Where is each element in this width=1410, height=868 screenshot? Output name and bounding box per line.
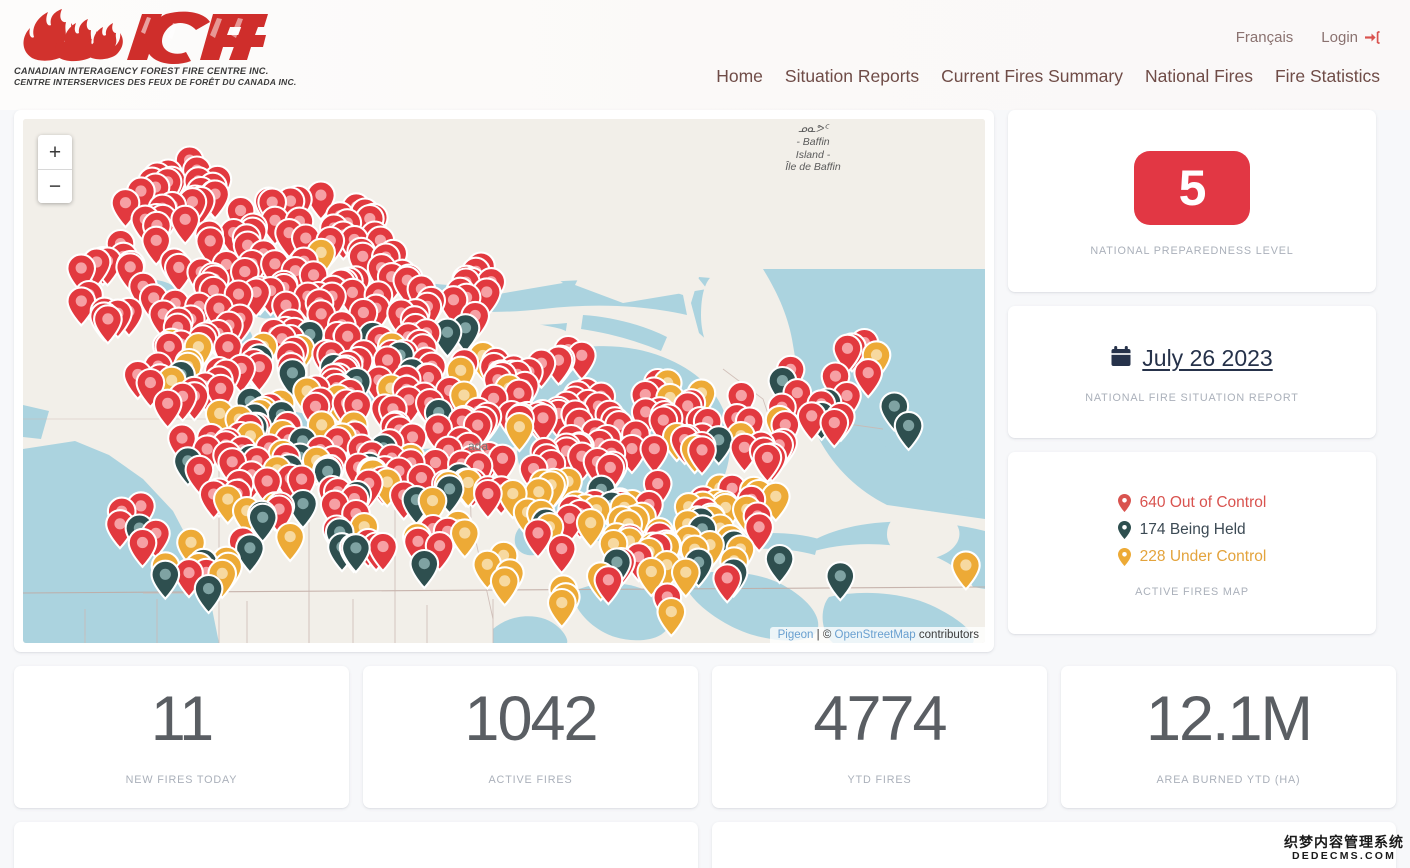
map-pin-icon-out-of-control — [1117, 493, 1131, 512]
language-toggle-francais[interactable]: Français — [1236, 29, 1294, 46]
logo-tagline-en: CANADIAN INTERAGENCY FOREST FIRE CENTRE … — [14, 66, 269, 76]
site-header: CANADIAN INTERAGENCY FOREST FIRE CENTRE … — [0, 0, 1410, 110]
summary-stats-row: 11 NEW FIRES TODAY 1042 ACTIVE FIRES 477… — [14, 666, 1396, 808]
stat-label-ytd-fires: YTD FIRES — [847, 774, 912, 786]
map-attribution: Pigeon | © OpenStreetMap contributors — [769, 627, 985, 643]
stat-being-held[interactable]: 174 Being Held — [1117, 520, 1267, 539]
active-fires-map-panel: + − ᓄᓇᕗᑦ - Baffin Island - Île de Baffin… — [14, 110, 994, 652]
secondary-card-right[interactable] — [712, 822, 1396, 868]
situation-report-date-link[interactable]: July 26 2023 — [1111, 345, 1273, 372]
nav-item-current-fires-summary[interactable]: Current Fires Summary — [941, 66, 1123, 87]
nav-item-national-fires[interactable]: National Fires — [1145, 66, 1253, 87]
active-fires-map-caption: ACTIVE FIRES MAP — [1135, 585, 1249, 598]
map-zoom-controls: + − — [38, 135, 72, 203]
stat-card-new-fires-today[interactable]: 11 NEW FIRES TODAY — [14, 666, 349, 808]
stat-value-area-burned-ytd: 12.1M — [1145, 684, 1313, 754]
stat-label-area-burned-ytd: AREA BURNED YTD (HA) — [1156, 774, 1301, 786]
utility-nav: Français Login — [1236, 29, 1380, 46]
ciffc-logo-icon — [23, 9, 268, 64]
nav-item-fire-statistics[interactable]: Fire Statistics — [1275, 66, 1380, 87]
attribution-copyright: © — [822, 629, 832, 641]
login-label: Login — [1321, 29, 1358, 46]
top-row: + − ᓄᓇᕗᑦ - Baffin Island - Île de Baffin… — [14, 110, 1396, 652]
login-link[interactable]: Login — [1321, 29, 1380, 46]
attribution-provider[interactable]: Pigeon — [778, 629, 814, 641]
nav-item-situation-reports[interactable]: Situation Reports — [785, 66, 919, 87]
stat-out-of-control[interactable]: 640 Out of Control — [1117, 493, 1267, 512]
stat-label-new-fires-today: NEW FIRES TODAY — [125, 774, 238, 786]
preparedness-level-caption: NATIONAL PREPAREDNESS LEVEL — [1090, 244, 1294, 257]
dashboard-content: + − ᓄᓇᕗᑦ - Baffin Island - Île de Baffin… — [0, 110, 1410, 868]
stat-out-of-control-text: 640 Out of Control — [1139, 493, 1267, 511]
map-pin-icon-under-control — [1117, 547, 1131, 566]
stat-value-new-fires-today: 11 — [150, 684, 214, 754]
preparedness-level-badge: 5 — [1134, 150, 1250, 225]
secondary-cards-row — [14, 822, 1396, 868]
active-fires-stat-list: 640 Out of Control 174 Being Held 228 Un… — [1117, 493, 1267, 566]
national-fire-situation-report-card[interactable]: July 26 2023 NATIONAL FIRE SITUATION REP… — [1008, 306, 1376, 438]
map-pin-icon-being-held — [1117, 520, 1131, 539]
map-viewport[interactable]: + − ᓄᓇᕗᑦ - Baffin Island - Île de Baffin… — [23, 119, 985, 643]
sign-in-icon — [1365, 31, 1380, 44]
national-preparedness-level-card[interactable]: 5 NATIONAL PREPAREDNESS LEVEL — [1008, 110, 1376, 292]
stat-card-active-fires[interactable]: 1042 ACTIVE FIRES — [363, 666, 698, 808]
stat-card-area-burned-ytd[interactable]: 12.1M AREA BURNED YTD (HA) — [1061, 666, 1396, 808]
stat-under-control-text: 228 Under Control — [1139, 547, 1267, 565]
logo-tagline-fr: CENTRE INTERSERVICES DES FEUX DE FORÊT D… — [14, 77, 297, 87]
calendar-icon — [1111, 345, 1131, 372]
situation-report-date: July 26 2023 — [1142, 345, 1273, 371]
attribution-separator: | — [816, 629, 820, 641]
zoom-out-button[interactable]: − — [38, 169, 72, 203]
stat-card-ytd-fires[interactable]: 4774 YTD FIRES — [712, 666, 1047, 808]
map-basemap — [23, 119, 985, 643]
nav-item-home[interactable]: Home — [716, 66, 763, 87]
stat-value-active-fires: 1042 — [464, 684, 598, 754]
side-column: 5 NATIONAL PREPAREDNESS LEVEL July 26 20… — [1008, 110, 1376, 634]
attribution-contributors: contributors — [918, 629, 979, 641]
stat-being-held-text: 174 Being Held — [1139, 520, 1246, 538]
zoom-in-button[interactable]: + — [38, 135, 72, 169]
stat-label-active-fires: ACTIVE FIRES — [488, 774, 573, 786]
stat-under-control[interactable]: 228 Under Control — [1117, 547, 1267, 566]
site-logo[interactable]: CANADIAN INTERAGENCY FOREST FIRE CENTRE … — [14, 8, 297, 87]
active-fires-map-summary-card[interactable]: 640 Out of Control 174 Being Held 228 Un… — [1008, 452, 1376, 634]
main-nav: Home Situation Reports Current Fires Sum… — [716, 66, 1380, 87]
stat-value-ytd-fires: 4774 — [813, 684, 947, 754]
attribution-openstreetmap-link[interactable]: OpenStreetMap — [835, 629, 916, 641]
situation-report-caption: NATIONAL FIRE SITUATION REPORT — [1085, 392, 1299, 404]
secondary-card-left[interactable] — [14, 822, 698, 868]
